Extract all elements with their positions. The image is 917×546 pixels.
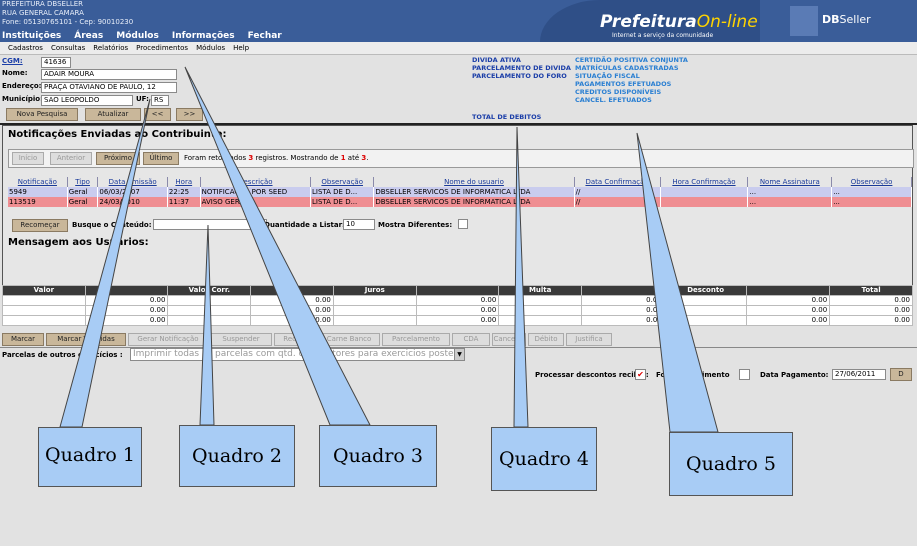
callout-quadro-4: Quadro 4	[491, 427, 597, 491]
pointer-quadro-5	[636, 132, 719, 433]
pointer-quadro-4	[513, 126, 529, 428]
callout-quadro-2: Quadro 2	[179, 425, 295, 487]
callout-quadro-5: Quadro 5	[669, 432, 793, 496]
callout-quadro-1: Quadro 1	[38, 427, 142, 487]
pointer-quadro-1	[59, 98, 151, 428]
pointer-quadro-2	[199, 224, 215, 426]
callout-quadro-3: Quadro 3	[319, 425, 437, 487]
